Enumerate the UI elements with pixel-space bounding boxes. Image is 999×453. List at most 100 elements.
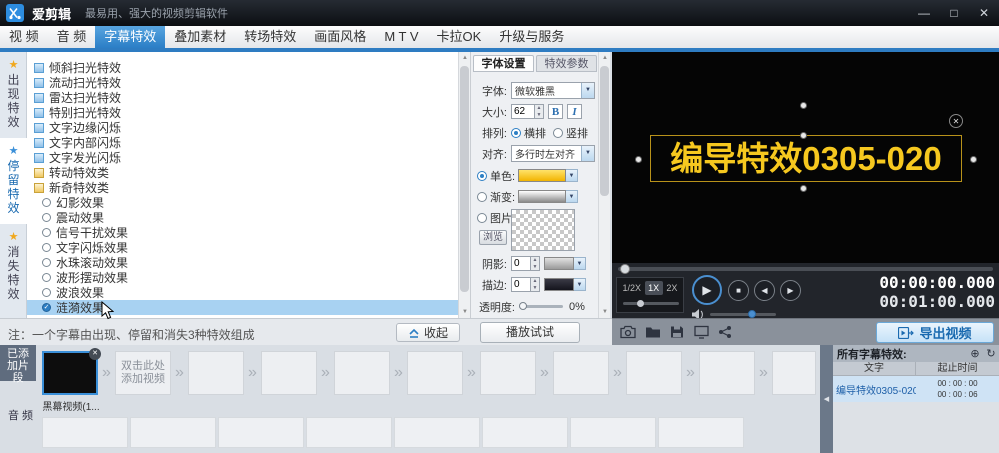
effect-item[interactable]: 震动效果: [27, 210, 458, 225]
subtitle-row[interactable]: 编导特效0305-020 00 : 00 : 00 00 : 00 : 06: [833, 376, 999, 402]
tab-video[interactable]: 视 频: [0, 26, 48, 48]
speed-1x-button[interactable]: 1X: [645, 281, 663, 295]
italic-button[interactable]: I: [567, 104, 582, 119]
scroll-up-icon[interactable]: ▲: [599, 52, 611, 64]
browse-button[interactable]: 浏览: [479, 230, 507, 245]
audio-slot[interactable]: [482, 417, 568, 448]
share-icon[interactable]: [718, 325, 732, 339]
vertical-radio[interactable]: [553, 128, 563, 138]
monitor-icon[interactable]: [694, 325, 709, 339]
tab-audio[interactable]: 音 频: [48, 26, 96, 48]
next-frame-button[interactable]: ▶: [780, 280, 801, 301]
chevron-down-icon[interactable]: ▼: [574, 257, 586, 270]
audio-slot[interactable]: [130, 417, 216, 448]
added-clips-tab[interactable]: 已添加片段: [0, 345, 36, 381]
effect-item[interactable]: 水珠滚动效果: [27, 255, 458, 270]
chevron-down-icon[interactable]: ▼: [574, 278, 586, 291]
audio-slot[interactable]: [394, 417, 480, 448]
tab-font-settings[interactable]: 字体设置: [473, 55, 534, 72]
stroke-input[interactable]: [511, 277, 531, 292]
shadow-stepper[interactable]: ▲▼: [531, 256, 540, 271]
speed-2x-button[interactable]: 2X: [663, 281, 681, 295]
image-fill-radio[interactable]: [477, 213, 487, 223]
play-button[interactable]: ▶: [692, 275, 722, 305]
bold-button[interactable]: B: [548, 104, 563, 119]
effect-item[interactable]: 文字边缘闪烁: [27, 120, 458, 135]
chevron-down-icon[interactable]: ▼: [581, 83, 594, 98]
rail-item-appear[interactable]: ★ 出现特效: [0, 52, 27, 138]
solid-color-radio[interactable]: [477, 171, 487, 181]
effect-item[interactable]: 文字闪烁效果: [27, 240, 458, 255]
empty-slot[interactable]: [553, 351, 609, 395]
effect-category[interactable]: 新奇特效类: [27, 180, 458, 195]
effect-item[interactable]: 流动扫光特效: [27, 75, 458, 90]
minimize-button[interactable]: —: [915, 6, 933, 20]
add-video-slot[interactable]: 双击此处 添加视频: [115, 351, 171, 395]
handle-right[interactable]: [970, 156, 977, 163]
speed-half-button[interactable]: 1/2X: [619, 281, 645, 295]
empty-slot[interactable]: [772, 351, 816, 395]
seek-thumb[interactable]: [620, 264, 630, 274]
solid-color-swatch[interactable]: [518, 169, 566, 182]
panel-collapse-handle[interactable]: ◀: [820, 345, 833, 453]
align-select[interactable]: 多行时左对齐 ▼: [511, 145, 595, 162]
empty-slot[interactable]: [626, 351, 682, 395]
effect-item[interactable]: 文字内部闪烁: [27, 135, 458, 150]
scroll-thumb[interactable]: [460, 66, 469, 292]
tab-mtv[interactable]: M T V: [375, 26, 427, 48]
collapse-button[interactable]: 收起: [396, 323, 460, 342]
panel-scrollbar[interactable]: ▲ ▼: [598, 52, 610, 318]
clip-thumbnail[interactable]: ✕: [42, 351, 98, 395]
audio-slot[interactable]: [570, 417, 656, 448]
opacity-slider[interactable]: [519, 305, 563, 308]
effect-item[interactable]: 波浪效果: [27, 285, 458, 300]
gradient-radio[interactable]: [477, 192, 487, 202]
effects-scrollbar[interactable]: ▲ ▼: [458, 52, 470, 318]
empty-slot[interactable]: [699, 351, 755, 395]
empty-slot[interactable]: [480, 351, 536, 395]
image-preview[interactable]: [511, 209, 575, 251]
seek-bar[interactable]: [618, 267, 993, 271]
gradient-swatch[interactable]: [518, 190, 566, 203]
play-test-button[interactable]: 播放试试: [480, 322, 580, 343]
chevron-down-icon[interactable]: ▼: [566, 190, 578, 203]
stop-button[interactable]: ■: [728, 280, 749, 301]
chevron-down-icon[interactable]: ▼: [581, 146, 594, 161]
rail-item-stay[interactable]: ★ 停留特效: [0, 138, 27, 224]
scroll-down-icon[interactable]: ▼: [599, 306, 611, 318]
effect-item[interactable]: 波形摆动效果: [27, 270, 458, 285]
effect-item[interactable]: 文字发光闪烁: [27, 150, 458, 165]
size-stepper[interactable]: ▲▼: [535, 104, 544, 119]
horizontal-radio[interactable]: [511, 128, 521, 138]
volume-slider[interactable]: [710, 313, 776, 316]
tab-effect-params[interactable]: 特效参数: [536, 55, 597, 72]
tab-transitions[interactable]: 转场特效: [235, 26, 305, 48]
chevron-down-icon[interactable]: ▼: [566, 169, 578, 182]
jog-thumb[interactable]: [637, 300, 644, 307]
effect-category[interactable]: 转动特效类: [27, 165, 458, 180]
refresh-icon[interactable]: ↻: [983, 347, 999, 360]
audio-slot[interactable]: [42, 417, 128, 448]
effect-item-selected[interactable]: ✓涟漪效果: [27, 300, 458, 315]
video-preview[interactable]: 编导特效0305-020 ✕: [612, 52, 999, 263]
tab-picture-style[interactable]: 画面风格: [305, 26, 375, 48]
stroke-color-swatch[interactable]: [544, 278, 574, 291]
shadow-input[interactable]: [511, 256, 531, 271]
shadow-color-swatch[interactable]: [544, 257, 574, 270]
effect-item[interactable]: 倾斜扫光特效: [27, 60, 458, 75]
maximize-button[interactable]: □: [945, 6, 963, 20]
volume-thumb[interactable]: [748, 310, 756, 318]
folder-icon[interactable]: [645, 325, 661, 339]
tab-upgrade[interactable]: 升级与服务: [490, 26, 573, 48]
empty-slot[interactable]: [188, 351, 244, 395]
opacity-slider-thumb[interactable]: [519, 302, 527, 310]
handle-rotate[interactable]: [800, 102, 807, 109]
save-icon[interactable]: [670, 325, 684, 339]
add-subtitle-icon[interactable]: ⊕: [967, 347, 983, 360]
handle-bottom[interactable]: [800, 185, 807, 192]
audio-slot[interactable]: [218, 417, 304, 448]
effect-item[interactable]: 幻影效果: [27, 195, 458, 210]
empty-slot[interactable]: [334, 351, 390, 395]
previous-frame-button[interactable]: ◀: [754, 280, 775, 301]
export-video-button[interactable]: 导出视频: [876, 322, 994, 343]
